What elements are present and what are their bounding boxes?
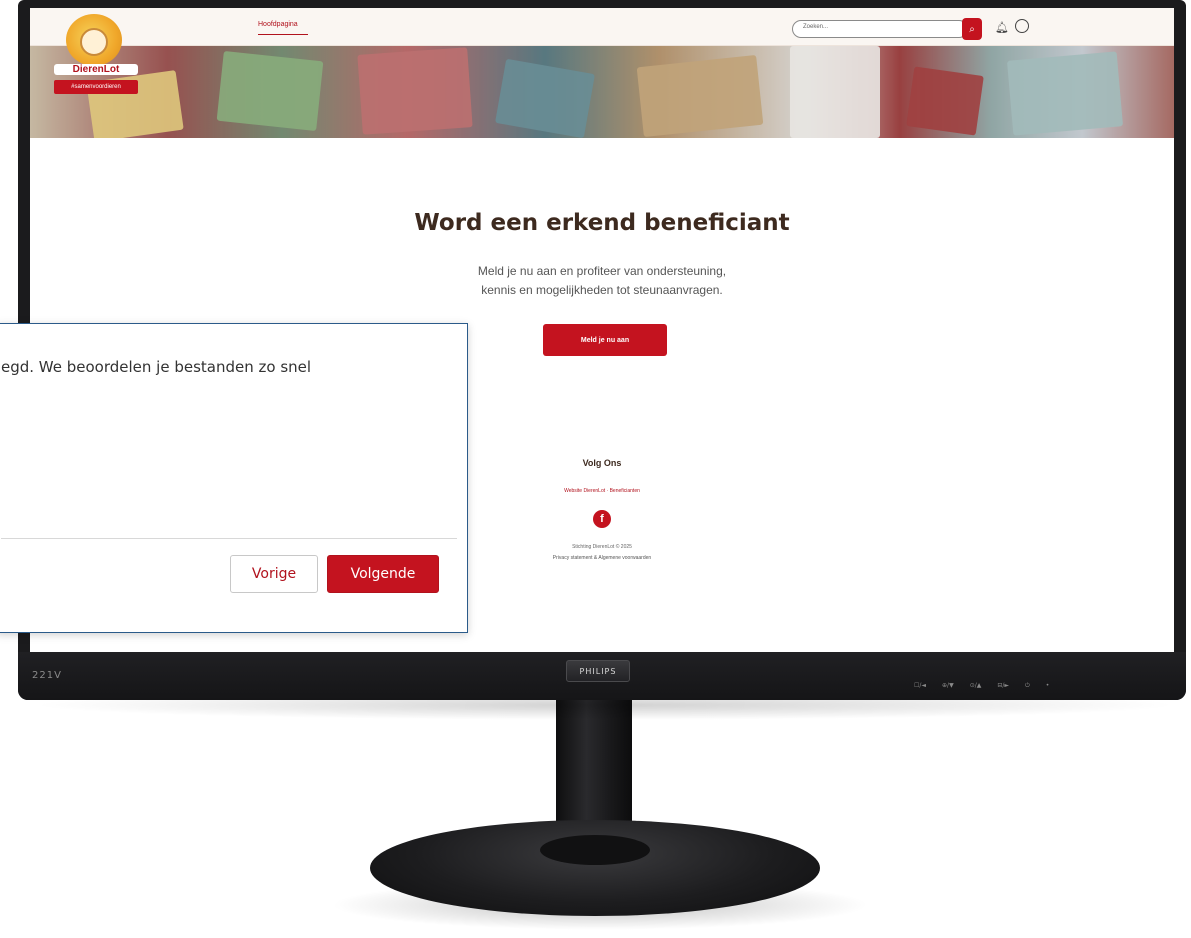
- monitor-control-button[interactable]: ⊙/▲: [970, 682, 982, 690]
- header-banner-image: [30, 46, 1174, 138]
- monitor-control-button[interactable]: ⊕/▼: [942, 682, 954, 690]
- monitor-brand-logo: PHILIPS: [566, 660, 630, 682]
- monitor-stand-joint: [540, 835, 650, 865]
- hero-subtitle: Meld je nu aan en profiteer van onderste…: [30, 262, 1174, 300]
- banner-card: [216, 50, 324, 132]
- monitor-model-label: 221V: [32, 670, 62, 681]
- monitor-power-button[interactable]: ⏻: [1025, 682, 1030, 690]
- logo-animal-face: [80, 28, 108, 56]
- monitor-control-button[interactable]: ☐/◄: [914, 682, 926, 690]
- banner-card: [1006, 51, 1124, 136]
- dierenlot-logo[interactable]: DierenLot #samenvoordieren: [48, 14, 144, 102]
- site-header: Hoofdpagina Zoeken... ⌕ 🔔︎ DierenLot #sa…: [30, 8, 1174, 138]
- nav-link-home[interactable]: Hoofdpagina: [258, 21, 298, 28]
- hero-subtitle-line: kennis en mogelijkheden tot steunaanvrag…: [481, 283, 723, 297]
- banner-card: [357, 47, 473, 135]
- monitor-control-button[interactable]: ⊟/►: [997, 682, 1009, 690]
- notification-bell-icon[interactable]: 🔔︎: [995, 21, 1009, 34]
- signup-button[interactable]: Meld je nu aan: [543, 324, 667, 356]
- dialog-message: egd. We beoordelen je bestanden zo snel: [1, 358, 312, 376]
- search-icon: ⌕: [969, 23, 975, 35]
- banner-card: [906, 66, 984, 136]
- user-profile-icon[interactable]: [1015, 19, 1029, 33]
- monitor-power-led: •: [1045, 682, 1050, 689]
- banner-dog-photo: [790, 46, 880, 138]
- banner-card: [495, 58, 595, 138]
- site-navbar: Hoofdpagina Zoeken... ⌕ 🔔︎: [30, 8, 1174, 46]
- logo-wordmark: DierenLot: [54, 64, 138, 75]
- logo-ribbon: #samenvoordieren: [54, 80, 138, 94]
- search-button[interactable]: ⌕: [962, 18, 982, 40]
- monitor-bezel-bottom: 221V PHILIPS ☐/◄ ⊕/▼ ⊙/▲ ⊟/► ⏻ •: [18, 652, 1186, 700]
- facebook-icon[interactable]: f: [593, 510, 611, 528]
- dialog-panel: egd. We beoordelen je bestanden zo snel …: [0, 323, 468, 633]
- monitor-controls: ☐/◄ ⊕/▼ ⊙/▲ ⊟/► ⏻ •: [914, 682, 1049, 690]
- banner-card: [636, 54, 764, 138]
- search-input[interactable]: Zoeken...: [792, 20, 968, 38]
- page-title: Word een erkend beneficiant: [414, 210, 790, 236]
- search-placeholder: Zoeken...: [803, 24, 829, 30]
- nav-active-indicator: [258, 34, 308, 35]
- hero-subtitle-line: Meld je nu aan en profiteer van onderste…: [477, 264, 727, 278]
- dialog-divider: [1, 538, 457, 539]
- previous-button[interactable]: Vorige: [230, 555, 318, 593]
- next-button[interactable]: Volgende: [327, 555, 439, 593]
